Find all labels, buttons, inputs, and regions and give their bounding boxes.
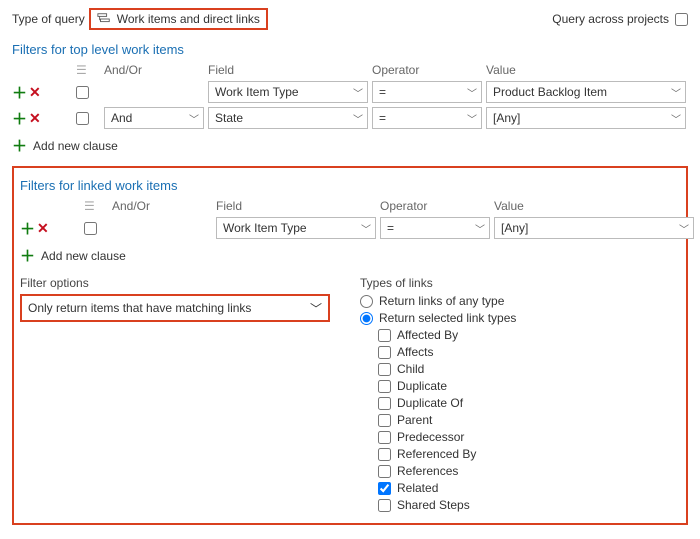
link-type-row: Duplicate	[378, 379, 680, 393]
field-select[interactable]: State﹀	[208, 107, 368, 129]
radio-any-type[interactable]	[360, 295, 373, 308]
filter-options-label: Filter options	[20, 276, 330, 290]
query-type-value: Work items and direct links	[117, 12, 260, 26]
link-type-row: Child	[378, 362, 680, 376]
link-type-row: Affected By	[378, 328, 680, 342]
linked-filters-header: Filters for linked work items	[20, 178, 680, 193]
clause-checkbox[interactable]	[76, 112, 89, 125]
link-type-checkbox[interactable]	[378, 499, 391, 512]
query-type-icon	[97, 12, 111, 26]
filter-options-select[interactable]: Only return items that have matching lin…	[20, 294, 330, 322]
chevron-down-icon: ﹀	[310, 300, 322, 317]
col-andor: And/Or	[104, 63, 204, 77]
value-select[interactable]: [Any]﹀	[494, 217, 694, 239]
col-value: Value	[486, 63, 686, 77]
col-operator: Operator	[372, 63, 482, 77]
link-type-checkbox[interactable]	[378, 431, 391, 444]
link-type-checkbox[interactable]	[378, 363, 391, 376]
chevron-down-icon: ﹀	[353, 85, 363, 100]
clause-row: ＋ ✕ Work Item Type﹀ =﹀ Product Backlog I…	[12, 81, 688, 103]
add-clause-icon[interactable]: ＋	[12, 108, 27, 129]
link-type-row: Predecessor	[378, 430, 680, 444]
link-type-label: Affected By	[397, 328, 458, 342]
link-type-checkbox[interactable]	[378, 329, 391, 342]
clause-row: ＋ ✕ Work Item Type﹀ =﹀ [Any]﹀	[20, 217, 680, 239]
link-type-label: Related	[397, 481, 438, 495]
radio-any-label: Return links of any type	[379, 294, 504, 308]
link-type-checkbox[interactable]	[378, 346, 391, 359]
query-type-selector[interactable]: Work items and direct links	[89, 8, 268, 30]
add-clause-link[interactable]: Add new clause	[33, 139, 118, 153]
remove-clause-icon[interactable]: ✕	[29, 84, 41, 101]
andor-select[interactable]: And﹀	[104, 107, 204, 129]
link-type-checkbox[interactable]	[378, 482, 391, 495]
link-type-checkbox[interactable]	[378, 448, 391, 461]
link-type-checkbox[interactable]	[378, 414, 391, 427]
filter-options-value: Only return items that have matching lin…	[28, 301, 251, 315]
col-field: Field	[208, 63, 368, 77]
remove-clause-icon[interactable]: ✕	[37, 220, 49, 237]
clause-row: ＋ ✕ And﹀ State﹀ =﹀ [Any]﹀	[12, 107, 688, 129]
link-type-row: Shared Steps	[378, 498, 680, 512]
add-clause-link[interactable]: Add new clause	[41, 249, 126, 263]
chevron-down-icon: ﹀	[671, 85, 681, 100]
link-type-label: Referenced By	[397, 447, 476, 461]
operator-select[interactable]: =﹀	[372, 107, 482, 129]
remove-clause-icon[interactable]: ✕	[29, 110, 41, 127]
clause-checkbox[interactable]	[76, 86, 89, 99]
chevron-down-icon: ﹀	[475, 221, 485, 236]
link-types-label: Types of links	[360, 276, 680, 290]
chevron-down-icon: ﹀	[467, 85, 477, 100]
link-type-label: Affects	[397, 345, 433, 359]
group-icon: ☰	[76, 63, 100, 77]
col-field: Field	[216, 199, 376, 213]
link-type-row: Related	[378, 481, 680, 495]
link-type-row: Referenced By	[378, 447, 680, 461]
operator-select[interactable]: =﹀	[380, 217, 490, 239]
col-value: Value	[494, 199, 694, 213]
col-operator: Operator	[380, 199, 490, 213]
field-select[interactable]: Work Item Type﹀	[216, 217, 376, 239]
link-type-row: References	[378, 464, 680, 478]
value-select[interactable]: Product Backlog Item﹀	[486, 81, 686, 103]
clause-checkbox[interactable]	[84, 222, 97, 235]
link-type-checkbox[interactable]	[378, 380, 391, 393]
add-clause-icon[interactable]: ＋	[20, 218, 35, 239]
chevron-down-icon: ﹀	[189, 111, 199, 126]
link-type-row: Duplicate Of	[378, 396, 680, 410]
cross-projects-label: Query across projects	[552, 12, 669, 26]
chevron-down-icon: ﹀	[679, 221, 689, 236]
col-andor: And/Or	[112, 199, 212, 213]
link-type-label: Duplicate	[397, 379, 447, 393]
radio-selected-label: Return selected link types	[379, 311, 516, 325]
field-select[interactable]: Work Item Type﹀	[208, 81, 368, 103]
link-type-label: Child	[397, 362, 424, 376]
link-type-checkbox[interactable]	[378, 397, 391, 410]
link-type-label: Predecessor	[397, 430, 464, 444]
linked-filters-section: Filters for linked work items ☰ And/Or F…	[12, 166, 688, 525]
top-filters-header: Filters for top level work items	[12, 42, 688, 57]
add-clause-icon[interactable]: ＋	[12, 135, 27, 156]
chevron-down-icon: ﹀	[353, 111, 363, 126]
radio-selected-types[interactable]	[360, 312, 373, 325]
chevron-down-icon: ﹀	[671, 111, 681, 126]
group-icon: ☰	[84, 199, 108, 213]
link-type-row: Parent	[378, 413, 680, 427]
link-type-label: References	[397, 464, 458, 478]
value-select[interactable]: [Any]﹀	[486, 107, 686, 129]
type-of-query-label: Type of query	[12, 12, 85, 26]
add-clause-icon[interactable]: ＋	[12, 82, 27, 103]
chevron-down-icon: ﹀	[361, 221, 371, 236]
link-type-label: Parent	[397, 413, 432, 427]
link-type-row: Affects	[378, 345, 680, 359]
chevron-down-icon: ﹀	[467, 111, 477, 126]
link-type-checkbox[interactable]	[378, 465, 391, 478]
add-clause-icon[interactable]: ＋	[20, 245, 35, 266]
operator-select[interactable]: =﹀	[372, 81, 482, 103]
cross-projects-checkbox[interactable]	[675, 13, 688, 26]
link-type-label: Shared Steps	[397, 498, 470, 512]
link-type-label: Duplicate Of	[397, 396, 463, 410]
